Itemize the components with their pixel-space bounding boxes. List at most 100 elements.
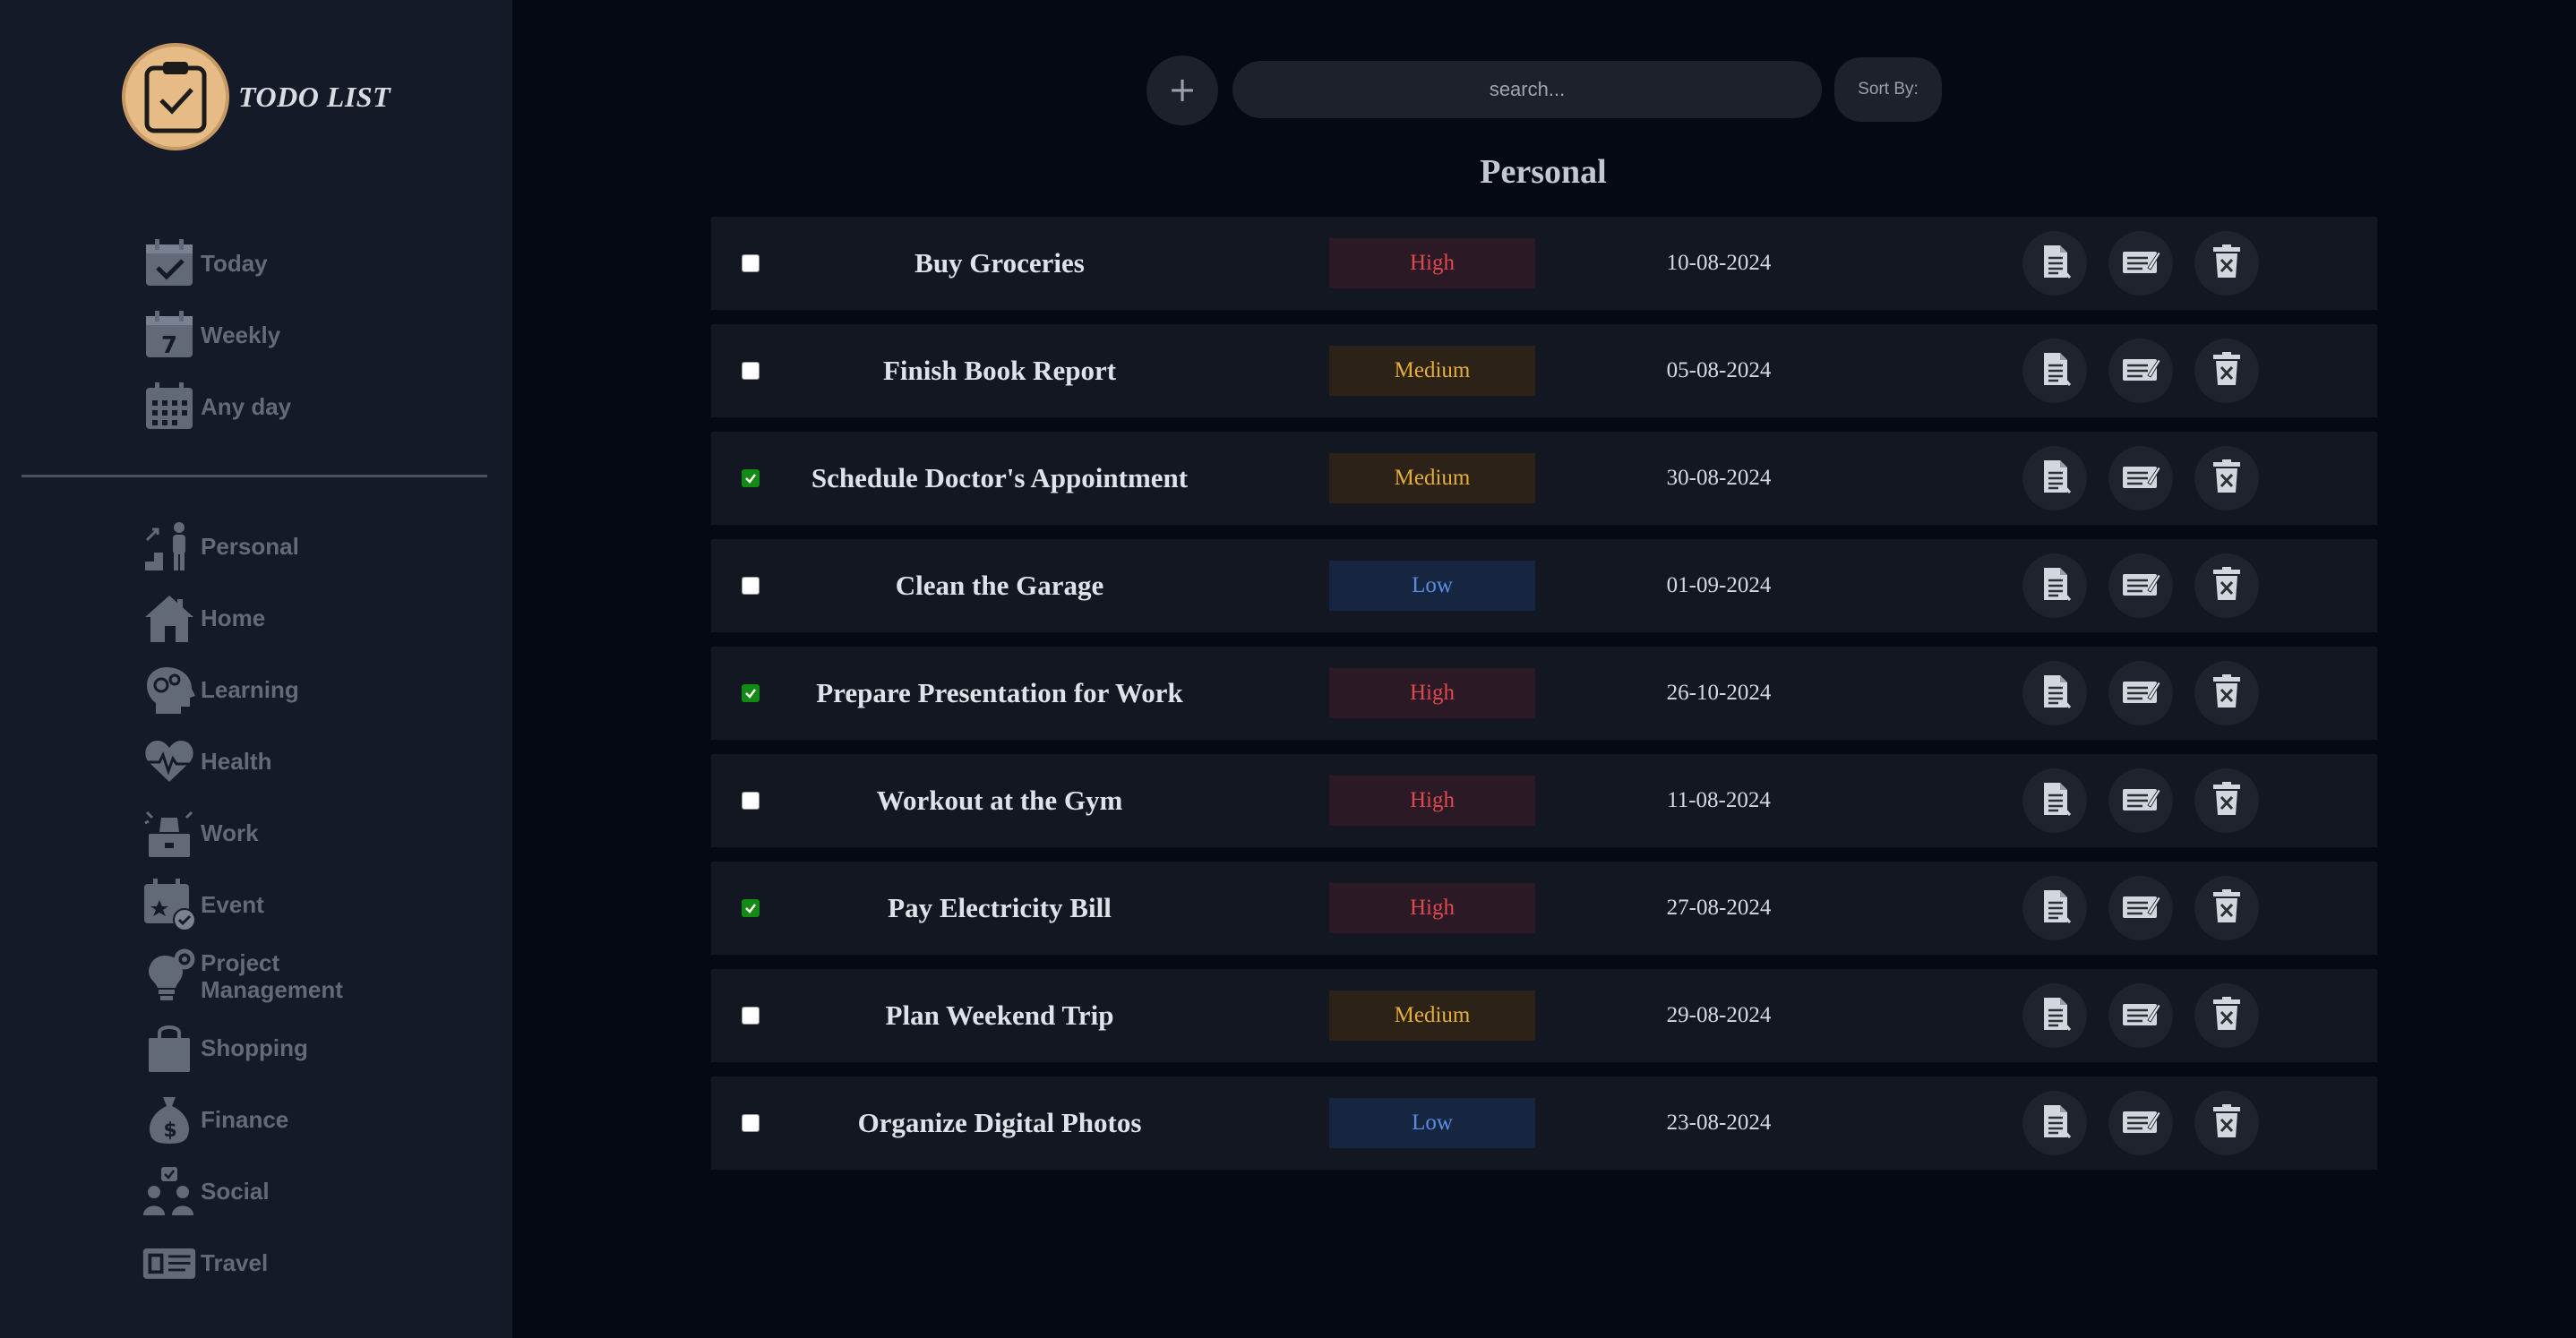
delete-button[interactable] — [2194, 553, 2259, 618]
details-button[interactable] — [2022, 231, 2087, 296]
sidebar-item-label: Work — [201, 819, 259, 846]
sidebar-item-label: Weekly — [201, 322, 281, 348]
priority-badge: High — [1329, 883, 1535, 933]
task-title: Plan Weekend Trip — [885, 999, 1114, 1031]
edit-button[interactable] — [2108, 876, 2173, 940]
delete-button[interactable] — [2194, 876, 2259, 940]
delete-button[interactable] — [2194, 231, 2259, 296]
details-button[interactable] — [2022, 553, 2087, 618]
document-icon — [2039, 351, 2072, 391]
sidebar-item-shopping[interactable]: Shopping — [142, 1019, 308, 1076]
sidebar-item-today[interactable]: Today — [142, 235, 268, 292]
sort-by-button[interactable]: Sort By: — [1834, 57, 1942, 122]
delete-button[interactable] — [2194, 339, 2259, 403]
task-date: 23-08-2024 — [1666, 1111, 1772, 1135]
task-date: 11-08-2024 — [1667, 788, 1771, 812]
edit-button[interactable] — [2108, 553, 2173, 618]
task-checkbox[interactable] — [742, 1007, 760, 1025]
task-checkbox[interactable] — [742, 792, 760, 810]
document-icon — [2039, 673, 2072, 714]
document-icon — [2039, 996, 2072, 1036]
task-title: Pay Electricity Bill — [888, 892, 1112, 923]
priority-badge: Medium — [1329, 453, 1535, 503]
task-checkbox[interactable] — [742, 362, 760, 380]
task-checkbox[interactable] — [742, 1114, 760, 1132]
edit-icon — [2121, 354, 2161, 389]
sidebar-item-label: Finance — [201, 1106, 289, 1133]
calendar-grid-icon — [142, 379, 197, 434]
details-button[interactable] — [2022, 661, 2087, 725]
sidebar-item-finance[interactable]: $ Finance — [142, 1091, 288, 1148]
edit-button[interactable] — [2108, 768, 2173, 833]
sidebar-item-travel[interactable]: Travel — [142, 1234, 268, 1291]
sidebar-item-learning[interactable]: Learning — [142, 661, 299, 718]
head-gears-icon — [142, 662, 197, 717]
task-row: Clean the Garage Low 01-09-2024 — [711, 539, 2377, 632]
task-title: Schedule Doctor's Appointment — [811, 462, 1189, 493]
details-button[interactable] — [2022, 768, 2087, 833]
delete-button[interactable] — [2194, 661, 2259, 725]
page-title: Personal — [1480, 153, 1607, 191]
sidebar-item-event[interactable]: Event — [142, 876, 264, 933]
sidebar-item-label: Shopping — [201, 1034, 308, 1061]
edit-icon — [2121, 676, 2161, 711]
task-title: Organize Digital Photos — [857, 1107, 1142, 1138]
task-checkbox[interactable] — [742, 899, 760, 917]
task-title: Clean the Garage — [895, 570, 1104, 601]
task-checkbox[interactable] — [742, 469, 760, 487]
edit-button[interactable] — [2108, 661, 2173, 725]
details-button[interactable] — [2022, 1091, 2087, 1155]
sidebar-item-label: Project Management — [201, 949, 343, 1003]
edit-button[interactable] — [2108, 339, 2173, 403]
edit-button[interactable] — [2108, 983, 2173, 1048]
trash-icon — [2211, 566, 2242, 605]
sidebar-item-weekly[interactable]: 7 Weekly — [142, 306, 280, 364]
task-list: Buy Groceries High 10-08-2024 Finish Boo… — [711, 217, 2377, 1184]
task-checkbox[interactable] — [742, 577, 760, 595]
sidebar-item-home[interactable]: Home — [142, 589, 265, 647]
task-checkbox[interactable] — [742, 684, 760, 702]
task-date: 05-08-2024 — [1666, 358, 1772, 382]
sidebar-item-label: Any day — [201, 393, 292, 420]
sidebar-item-label: Personal — [201, 533, 299, 560]
search-input[interactable] — [1232, 61, 1822, 118]
edit-button[interactable] — [2108, 446, 2173, 510]
document-icon — [2039, 1103, 2072, 1144]
task-checkbox[interactable] — [742, 254, 760, 272]
document-icon — [2039, 459, 2072, 499]
house-icon — [142, 590, 197, 646]
edit-icon — [2121, 784, 2161, 819]
task-row: Plan Weekend Trip Medium 29-08-2024 — [711, 969, 2377, 1062]
edit-button[interactable] — [2108, 1091, 2173, 1155]
trash-icon — [2211, 996, 2242, 1035]
priority-badge: High — [1329, 668, 1535, 718]
delete-button[interactable] — [2194, 446, 2259, 510]
edit-button[interactable] — [2108, 231, 2173, 296]
sidebar-item-personal[interactable]: Personal — [142, 518, 299, 575]
add-task-button[interactable]: + — [1146, 56, 1218, 125]
task-title: Buy Groceries — [914, 247, 1085, 279]
sidebar-item-social[interactable]: Social — [142, 1162, 270, 1220]
delete-button[interactable] — [2194, 768, 2259, 833]
worker-desk-icon — [142, 805, 197, 861]
task-row: Prepare Presentation for Work High 26-10… — [711, 647, 2377, 740]
delete-button[interactable] — [2194, 983, 2259, 1048]
details-button[interactable] — [2022, 876, 2087, 940]
task-row: Workout at the Gym High 11-08-2024 — [711, 754, 2377, 847]
sidebar-item-any-day[interactable]: Any day — [142, 378, 291, 435]
app-title: TODO LIST — [238, 80, 391, 113]
calendar-check-icon — [142, 236, 197, 291]
task-title: Workout at the Gym — [876, 785, 1123, 816]
task-row: Organize Digital Photos Low 23-08-2024 — [711, 1076, 2377, 1170]
details-button[interactable] — [2022, 446, 2087, 510]
sidebar-item-project-management[interactable]: Project Management — [142, 948, 362, 1005]
money-bag-icon: $ — [142, 1092, 197, 1147]
document-icon — [2039, 781, 2072, 821]
details-button[interactable] — [2022, 983, 2087, 1048]
delete-button[interactable] — [2194, 1091, 2259, 1155]
sidebar-item-work[interactable]: Work — [142, 804, 259, 862]
document-icon — [2039, 566, 2072, 606]
details-button[interactable] — [2022, 339, 2087, 403]
sidebar-item-health[interactable]: Health — [142, 733, 271, 790]
sidebar: TODO LIST Today 7 Weekly Any day Persona… — [0, 0, 512, 1338]
